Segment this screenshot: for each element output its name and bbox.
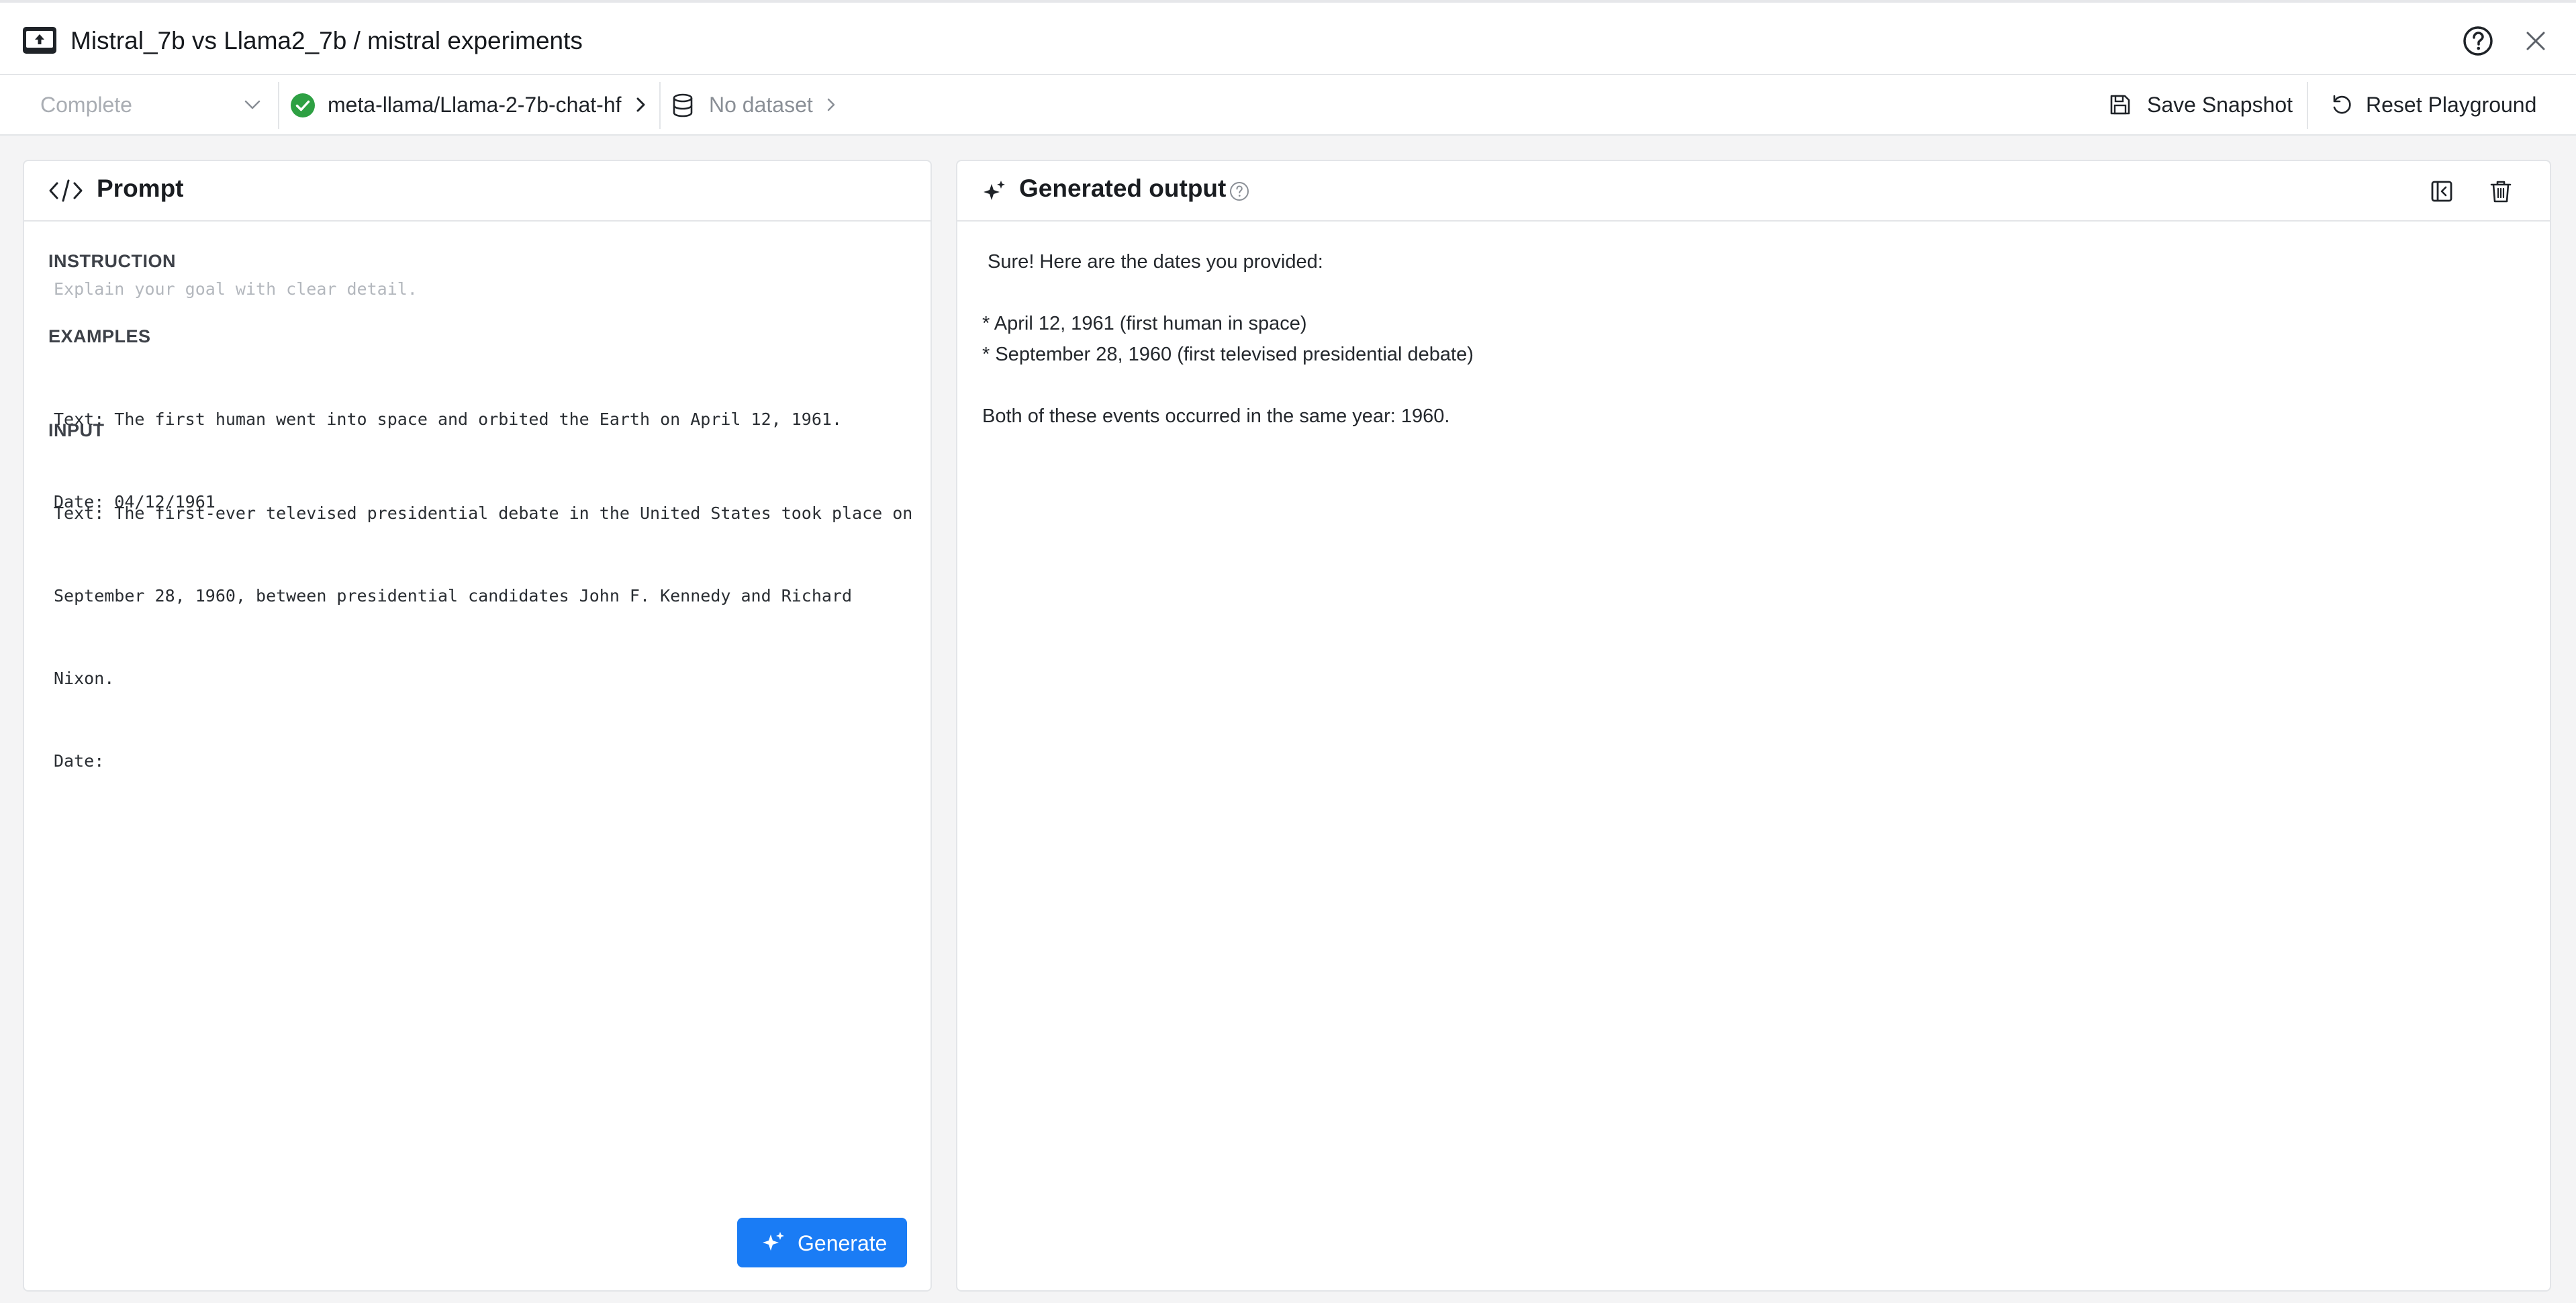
reset-playground-label: Reset Playground [2366, 93, 2537, 117]
input-label: INPUT [48, 420, 105, 440]
floppy-disk-icon [2110, 95, 2130, 115]
output-line: * April 12, 1961 (first human in space) [982, 313, 1307, 334]
prompt-panel-header: Prompt [24, 161, 931, 222]
input-line: Date: [54, 751, 105, 771]
save-snapshot-label: Save Snapshot [2147, 93, 2293, 117]
save-snapshot-button[interactable]: Save Snapshot [2108, 75, 2296, 134]
prompt-panel: Prompt INSTRUCTION Explain your goal wit… [23, 160, 932, 1292]
code-icon [49, 179, 83, 202]
help-circle-icon[interactable] [2462, 25, 2494, 57]
input-line: Text: The first-ever televised president… [54, 503, 913, 523]
divider [2307, 82, 2308, 129]
output-line: * September 28, 1960 (first televised pr… [982, 344, 1474, 365]
undo-icon [2333, 95, 2351, 114]
playground-toolbar: Complete meta-llama/Llama-2-7b-chat-hf N… [0, 75, 2576, 136]
output-panel-header: Generated output [957, 161, 2550, 222]
instruction-label: INSTRUCTION [48, 251, 176, 271]
input-line: September 28, 1960, between presidential… [54, 586, 853, 606]
output-line: Both of these events occurred in the sam… [982, 405, 1450, 427]
chevron-right-icon [636, 97, 645, 112]
instruction-input[interactable]: Explain your goal with clear detail. [54, 275, 418, 303]
generate-button[interactable]: Generate [737, 1218, 907, 1267]
examples-line: Text: The first human went into space an… [54, 409, 842, 429]
divider [659, 82, 661, 129]
title-bar: Mistral_7b vs Llama2_7b / mistral experi… [0, 0, 2576, 75]
divider [278, 82, 279, 129]
dataset-picker[interactable]: No dataset [665, 75, 846, 134]
sparkles-icon [763, 1232, 784, 1251]
close-icon[interactable] [2522, 28, 2549, 54]
input-line: Nixon. [54, 669, 115, 688]
window-title: Mistral_7b vs Llama2_7b / mistral experi… [70, 27, 583, 54]
question-circle-icon[interactable] [1229, 181, 1250, 202]
input-text[interactable]: Text: The first-ever televised president… [54, 444, 912, 830]
prompt-panel-title: Prompt [97, 175, 184, 202]
sidebar-collapse-icon[interactable] [2430, 179, 2454, 203]
output-panel-title: Generated output [1019, 175, 1227, 202]
mode-select-value: Complete [40, 92, 132, 117]
model-picker[interactable]: meta-llama/Llama-2-7b-chat-hf [282, 75, 658, 134]
output-line: Sure! Here are the dates you provided: [982, 251, 1323, 273]
dataset-name: No dataset [709, 93, 813, 117]
model-name: meta-llama/Llama-2-7b-chat-hf [328, 93, 622, 117]
chevron-down-icon [244, 100, 260, 109]
sparkles-icon [984, 181, 1005, 200]
check-circle-icon [291, 93, 315, 117]
generate-label: Generate [798, 1231, 888, 1255]
mode-select[interactable]: Complete [20, 75, 275, 134]
trash-icon[interactable] [2488, 179, 2514, 204]
chevron-right-icon [827, 98, 835, 111]
database-icon [673, 93, 693, 117]
reset-playground-button[interactable]: Reset Playground [2330, 75, 2551, 134]
window-upload-icon [23, 27, 56, 54]
examples-label: EXAMPLES [48, 326, 151, 346]
